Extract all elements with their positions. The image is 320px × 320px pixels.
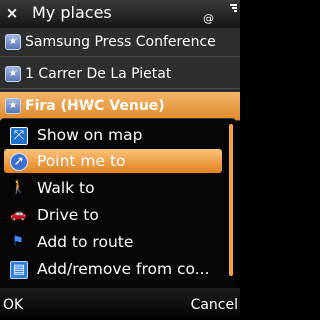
menu-item-add-remove-collection[interactable]: ▤ Add/remove from co... — [4, 257, 222, 281]
place-label: 1 Carrer De La Pietat — [25, 66, 172, 82]
map-icon: ⤧ — [10, 127, 28, 145]
menu-item-drive-to[interactable]: 🚗 Drive to — [4, 203, 222, 227]
menu-item-label: Drive to — [37, 206, 99, 224]
connection-status-icon: @ — [203, 12, 214, 25]
status-indicators: @ — [203, 2, 239, 26]
walking-person-icon: 🚶 — [10, 180, 27, 195]
menu-scrollbar[interactable] — [229, 124, 233, 276]
menu-item-label: Add to route — [37, 233, 134, 251]
car-icon: 🚗 — [10, 207, 27, 222]
menu-item-point-me-to[interactable]: ➚ Point me to — [4, 149, 222, 173]
scrollbar-thumb[interactable] — [229, 124, 233, 276]
list-item-selected[interactable]: ★ Fira (HWC Venue) — [0, 92, 240, 121]
cancel-softkey[interactable]: Cancel — [191, 296, 238, 314]
title-bar: × My places @ — [0, 0, 240, 28]
star-badge-icon: ★ — [5, 34, 21, 50]
collection-icon: ▤ — [10, 261, 28, 279]
menu-item-label: Walk to — [37, 179, 95, 197]
places-list: ★ Samsung Press Conference ★ 1 Carrer De… — [0, 28, 240, 121]
page-title: My places — [32, 3, 112, 22]
star-badge-icon: ★ — [5, 98, 21, 114]
close-icon[interactable]: × — [4, 5, 20, 21]
place-label: Samsung Press Conference — [25, 34, 216, 50]
menu-item-add-to-route[interactable]: ⚑ Add to route — [4, 230, 222, 254]
menu-item-walk-to[interactable]: 🚶 Walk to — [4, 176, 222, 200]
flag-icon: ⚑ — [12, 234, 24, 249]
menu-item-show-on-map[interactable]: ⤧ Show on map — [4, 123, 222, 147]
menu-item-label: Point me to — [37, 152, 126, 170]
ok-softkey[interactable]: OK — [3, 296, 23, 314]
list-item[interactable]: ★ 1 Carrer De La Pietat — [0, 60, 240, 89]
list-item[interactable]: ★ Samsung Press Conference — [0, 28, 240, 57]
menu-item-label: Add/remove from co... — [37, 260, 210, 278]
compass-icon: ➚ — [10, 153, 28, 171]
softkey-bar: OK Cancel — [0, 288, 240, 320]
place-label: Fira (HWC Venue) — [25, 98, 165, 114]
options-menu: ⤧ Show on map ➚ Point me to 🚶 Walk to 🚗 … — [0, 118, 236, 289]
menu-item-label: Show on map — [37, 126, 143, 144]
signal-bars-icon — [230, 4, 237, 13]
star-badge-icon: ★ — [5, 66, 21, 82]
